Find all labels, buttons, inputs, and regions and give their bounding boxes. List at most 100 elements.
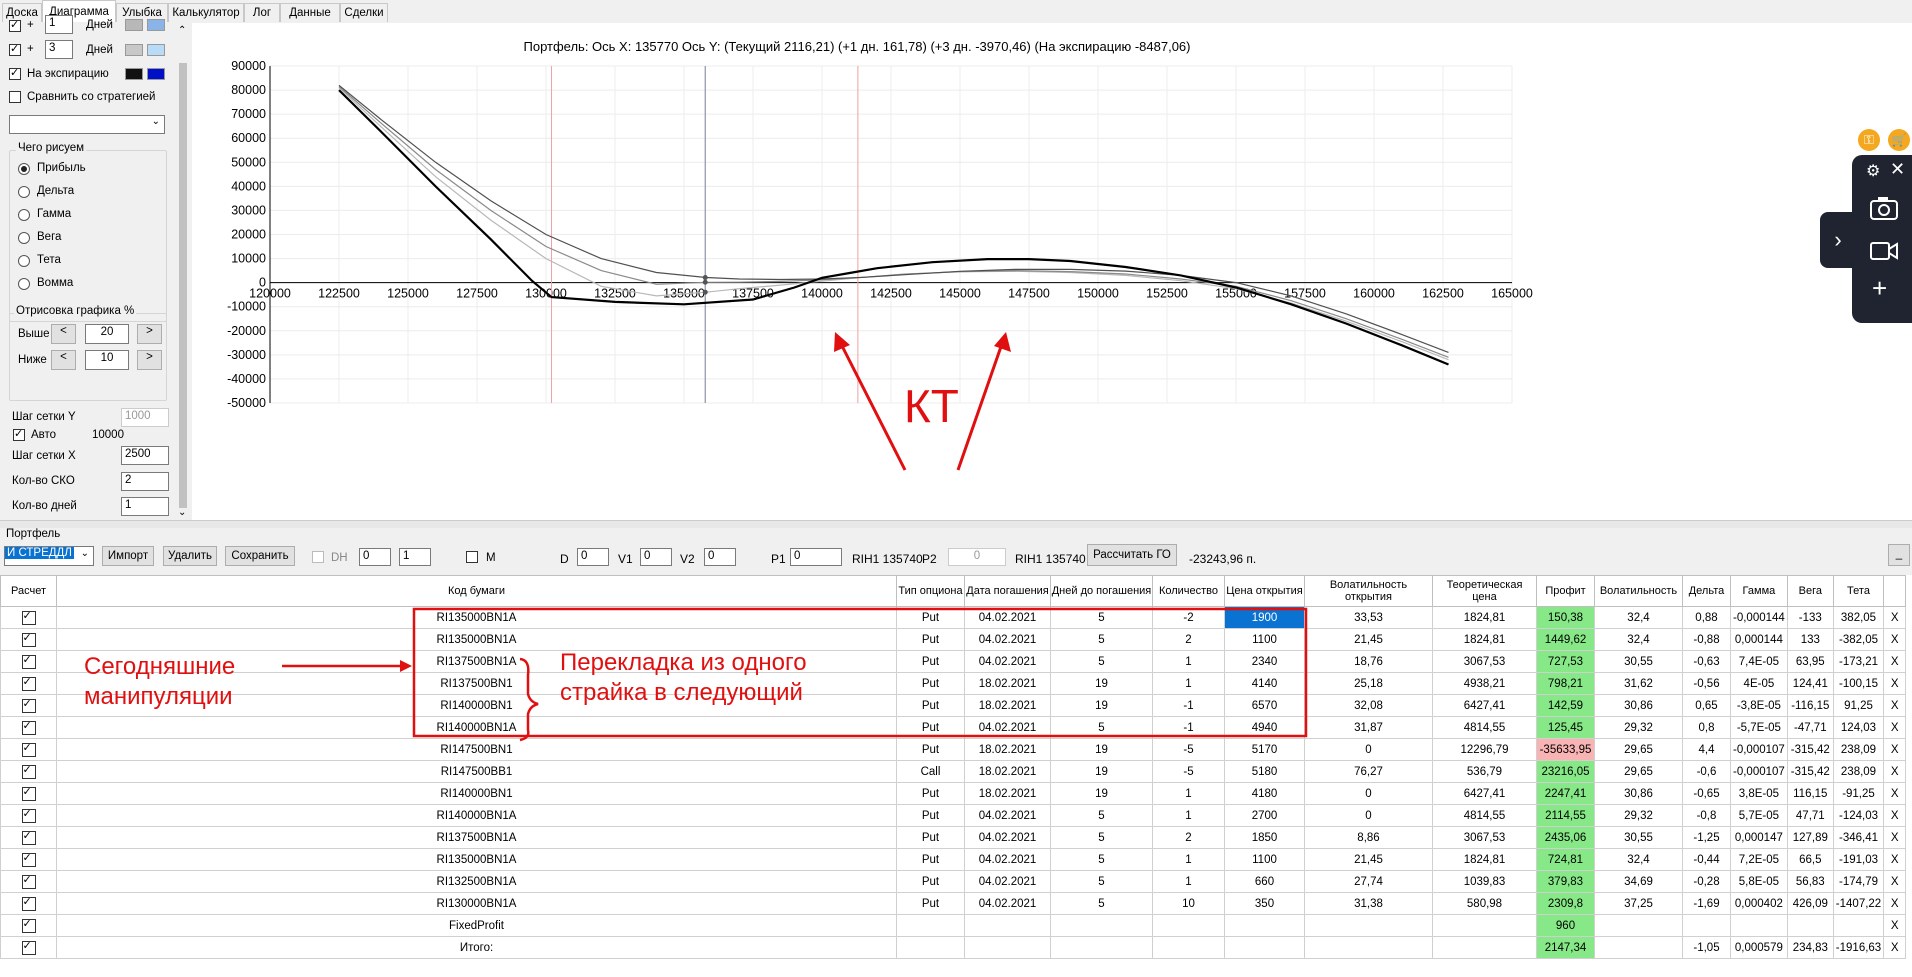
v1-input[interactable]: 0 [640,548,672,566]
strategy-select[interactable]: И СТРЕДДЛ ⌄ [4,546,94,566]
camera-icon[interactable] [1869,195,1899,221]
delete-row-button[interactable]: X [1883,694,1907,717]
calc-checkbox[interactable] [21,939,36,955]
delete-row-button[interactable]: X [1883,672,1907,695]
table-row[interactable]: RI140000BN1Put18.02.202119-1657032,08642… [0,694,1907,717]
table-row[interactable]: RI147500BN1Put18.02.202119-55170012296,7… [0,738,1907,761]
calc-checkbox[interactable] [21,873,36,889]
column-header[interactable]: Волатильность открытия [1304,575,1433,607]
column-header[interactable] [1883,575,1907,607]
plus1-color-swatch[interactable] [125,19,143,31]
delete-row-button[interactable]: X [1883,870,1907,893]
plus1-color-swatch-2[interactable] [147,19,165,31]
calc-checkbox-cell[interactable] [0,936,57,959]
tab-data[interactable]: Данные [280,3,340,22]
calc-checkbox-cell[interactable] [0,870,57,893]
calc-checkbox-cell[interactable] [0,716,57,739]
table-row[interactable]: Итого: 2147,34 -1,050,000579234,83-1916,63… [0,936,1907,959]
column-header[interactable]: Тета [1832,575,1885,607]
key-icon[interactable]: ⚿ [1858,129,1880,151]
grid-y-input[interactable]: 1000 [121,408,169,427]
delete-row-button[interactable]: X [1883,914,1907,937]
scroll-down-icon[interactable]: ⌄ [178,507,186,518]
plus3-checkbox[interactable] [9,42,21,56]
column-header[interactable]: Количество [1152,575,1225,607]
save-button[interactable]: Сохранить [225,546,295,566]
compare-checkbox[interactable] [9,91,21,103]
days-count-input[interactable]: 1 [121,497,169,516]
table-row[interactable]: RI137500BN1APut04.02.20215218508,863067,… [0,826,1907,849]
column-header[interactable]: Вега [1786,575,1834,607]
delete-row-button[interactable]: X [1883,826,1907,849]
minimize-button[interactable]: _ [1888,544,1910,566]
delete-row-button[interactable]: X [1883,628,1907,651]
plus1-checkbox[interactable] [9,18,21,32]
radio-profit[interactable] [18,163,30,175]
calc-checkbox[interactable] [21,851,36,867]
above-decrease-button[interactable]: < [51,324,76,344]
collapse-chevron-icon[interactable]: › [1820,212,1856,268]
tab-board[interactable]: Доска [2,3,42,22]
column-header[interactable]: Тип опциона [896,575,965,607]
table-row[interactable]: RI135000BN1APut04.02.202152110021,451824… [0,628,1907,651]
expiry-color-swatch-2[interactable] [147,68,165,80]
calc-checkbox-cell[interactable] [0,848,57,871]
column-header[interactable]: Дельта [1682,575,1731,607]
delete-button[interactable]: Удалить [163,546,217,566]
calc-checkbox-cell[interactable] [0,672,57,695]
calc-checkbox[interactable] [21,741,36,757]
calc-checkbox-cell[interactable] [0,694,57,717]
calc-checkbox[interactable] [21,895,36,911]
scroll-up-icon[interactable]: ⌃ [178,25,186,36]
tab-deals[interactable]: Сделки [340,3,388,22]
column-header[interactable]: Дней до погашения [1050,575,1153,607]
tab-log[interactable]: Лог [244,3,280,22]
expiry-checkbox[interactable] [9,66,21,80]
radio-gamma[interactable] [18,209,30,221]
below-input[interactable]: 10 [85,350,129,370]
sko-input[interactable]: 2 [121,472,169,491]
strategy-compare-dropdown[interactable]: ⌄ [9,115,165,134]
delete-row-button[interactable]: X [1883,804,1907,827]
auto-checkbox[interactable] [13,427,25,441]
plus3-color-swatch-2[interactable] [147,44,165,56]
dh-checkbox[interactable] [312,551,324,563]
calc-checkbox[interactable] [21,785,36,801]
calc-checkbox-cell[interactable] [0,760,57,783]
close-icon[interactable]: ✕ [1890,159,1905,180]
calculate-go-button[interactable]: Рассчитать ГО [1087,544,1177,566]
calc-checkbox[interactable] [21,829,36,845]
below-increase-button[interactable]: > [137,350,162,370]
radio-delta[interactable] [18,186,30,198]
delete-row-button[interactable]: X [1883,936,1907,959]
calc-checkbox[interactable] [21,653,36,669]
delete-row-button[interactable]: X [1883,650,1907,673]
table-row[interactable]: RI137500BN1Put18.02.2021191414025,184938… [0,672,1907,695]
column-header[interactable]: Гамма [1730,575,1788,607]
above-input[interactable]: 20 [85,324,129,344]
table-cell[interactable]: 1900 [1224,606,1305,629]
calc-checkbox[interactable] [21,675,36,691]
calc-checkbox-cell[interactable] [0,892,57,915]
grid-x-input[interactable]: 2500 [121,446,169,465]
calc-checkbox-cell[interactable] [0,782,57,805]
table-row[interactable]: RI130000BN1APut04.02.202151035031,38580,… [0,892,1907,915]
delete-row-button[interactable]: X [1883,606,1907,629]
calc-checkbox[interactable] [21,719,36,735]
plus3-days-input[interactable]: 3 [45,40,73,59]
delete-row-button[interactable]: X [1883,892,1907,915]
calc-checkbox-cell[interactable] [0,804,57,827]
radio-vomma[interactable] [18,278,30,290]
column-header[interactable]: Цена открытия [1224,575,1305,607]
p2-input[interactable]: 0 [948,548,1006,566]
dh-input-1[interactable]: 0 [359,548,391,566]
table-row[interactable]: RI135000BN1APut04.02.20215-2190033,53182… [0,606,1907,629]
gear-icon[interactable]: ⚙ [1866,161,1880,181]
calc-checkbox-cell[interactable] [0,606,57,629]
delete-row-button[interactable]: X [1883,848,1907,871]
calc-checkbox-cell[interactable] [0,914,57,937]
import-button[interactable]: Импорт [102,546,154,566]
m-checkbox[interactable] [466,551,478,563]
d-input[interactable]: 0 [577,548,609,566]
v2-input[interactable]: 0 [704,548,736,566]
